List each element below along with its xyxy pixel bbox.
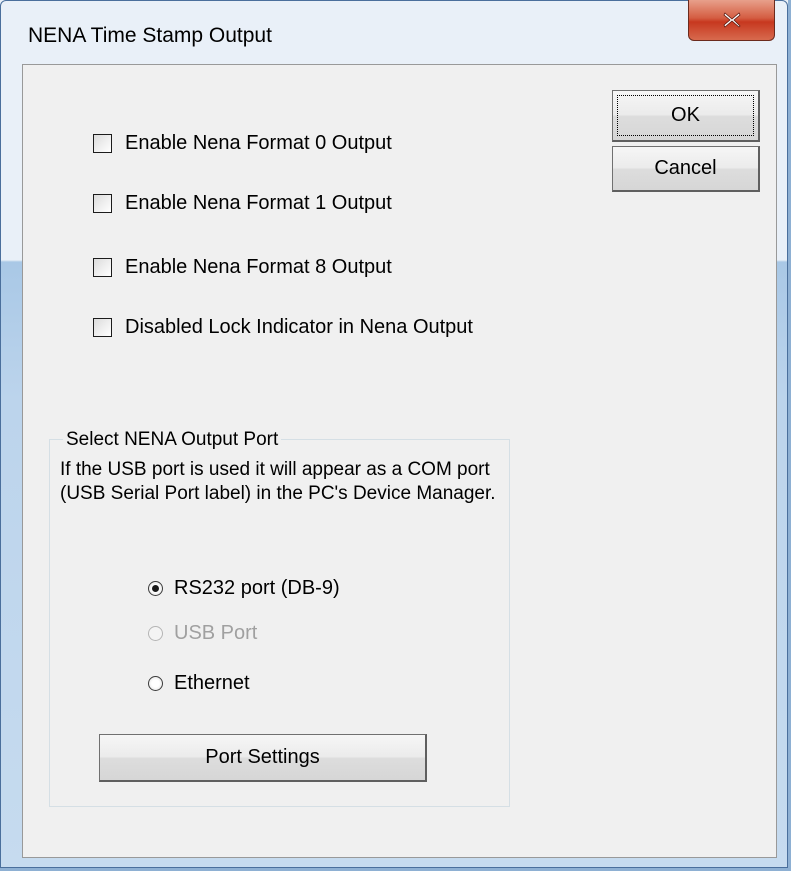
- format-8-label: Enable Nena Format 8 Output: [125, 256, 392, 278]
- format-1-label: Enable Nena Format 1 Output: [125, 192, 392, 214]
- radio-usb-row: USB Port: [148, 622, 257, 645]
- cancel-button[interactable]: Cancel: [612, 146, 760, 192]
- usb-label: USB Port: [174, 622, 258, 644]
- close-icon: [723, 12, 741, 28]
- format-8-checkbox[interactable]: [93, 258, 112, 277]
- format-1-checkbox[interactable]: [93, 194, 112, 213]
- port-settings-button[interactable]: Port Settings: [99, 734, 427, 782]
- radio-rs232-row[interactable]: RS232 port (DB-9): [148, 577, 340, 600]
- ethernet-radio[interactable]: [148, 676, 163, 691]
- checkbox-format-0-row[interactable]: Enable Nena Format 0 Output: [93, 132, 392, 155]
- dialog-window: NENA Time Stamp Output Enable Nena Forma…: [0, 0, 791, 871]
- format-0-checkbox[interactable]: [93, 134, 112, 153]
- format-0-label: Enable Nena Format 0 Output: [125, 132, 392, 154]
- lock-indicator-checkbox[interactable]: [93, 318, 112, 337]
- dialog-content: Enable Nena Format 0 Output Enable Nena …: [22, 64, 777, 858]
- checkbox-lock-indicator-row[interactable]: Disabled Lock Indicator in Nena Output: [93, 316, 473, 339]
- lock-indicator-label: Disabled Lock Indicator in Nena Output: [125, 316, 473, 338]
- ok-button[interactable]: OK: [612, 90, 760, 142]
- focus-ring: [617, 95, 754, 136]
- checkbox-format-8-row[interactable]: Enable Nena Format 8 Output: [93, 256, 392, 279]
- usb-radio: [148, 626, 163, 641]
- checkbox-format-1-row[interactable]: Enable Nena Format 1 Output: [93, 192, 392, 215]
- rs232-label: RS232 port (DB-9): [174, 577, 340, 599]
- radio-ethernet-row[interactable]: Ethernet: [148, 672, 250, 695]
- radio-selected-dot: [152, 585, 159, 592]
- window-title: NENA Time Stamp Output: [28, 24, 272, 47]
- title-bar[interactable]: NENA Time Stamp Output: [0, 0, 788, 58]
- output-port-group-title: Select NENA Output Port: [63, 429, 282, 451]
- output-port-description: If the USB port is used it will appear a…: [60, 459, 496, 504]
- rs232-radio[interactable]: [148, 581, 163, 596]
- ethernet-label: Ethernet: [174, 672, 250, 694]
- close-button[interactable]: [688, 0, 775, 41]
- port-settings-button-label: Port Settings: [205, 746, 320, 768]
- cancel-button-label: Cancel: [654, 157, 717, 179]
